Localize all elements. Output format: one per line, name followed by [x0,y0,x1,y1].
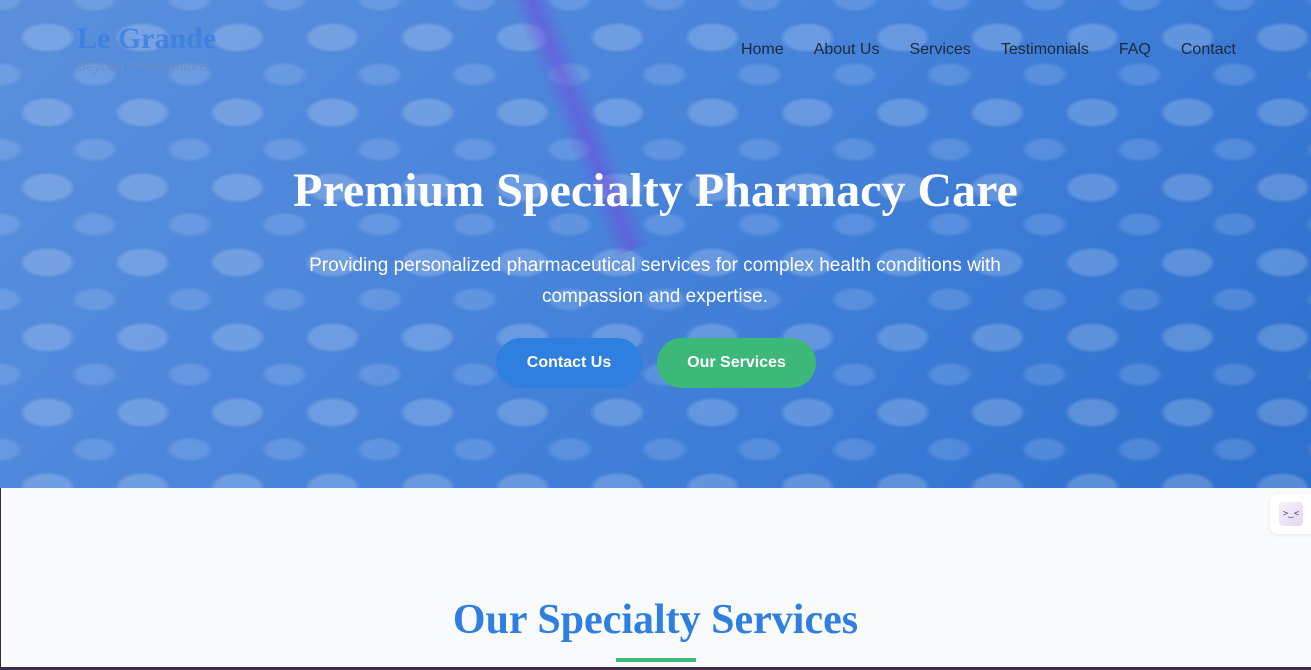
nav-contact[interactable]: Contact [1181,41,1236,59]
nav-home[interactable]: Home [741,41,784,59]
hero-subtitle: Providing personalized pharmaceutical se… [309,255,1001,307]
nav-about-us[interactable]: About Us [814,41,880,59]
our-services-button[interactable]: Our Services [657,338,816,388]
brand-tagline: Beyond Prescriptions [77,58,210,74]
services-title: Our Specialty Services [452,597,859,643]
window-edge [0,488,1,670]
hero-section: Le Grande Beyond Prescriptions Home Abou… [0,0,1311,488]
main-nav: Home About Us Services Testimonials FAQ … [741,41,1236,59]
contact-us-button[interactable]: Contact Us [496,338,642,388]
chat-widget[interactable]: >‿< [1270,494,1311,534]
nav-faq[interactable]: FAQ [1119,41,1151,59]
hero-title: Premium Specialty Pharmacy Care [293,164,1018,217]
nav-services[interactable]: Services [909,41,970,59]
face-icon: >‿< [1279,502,1303,526]
title-underline [616,658,696,662]
brand-name: Le Grande [77,22,217,55]
nav-testimonials[interactable]: Testimonials [1001,41,1089,59]
logo[interactable]: Le Grande Beyond Prescriptions [77,22,216,74]
